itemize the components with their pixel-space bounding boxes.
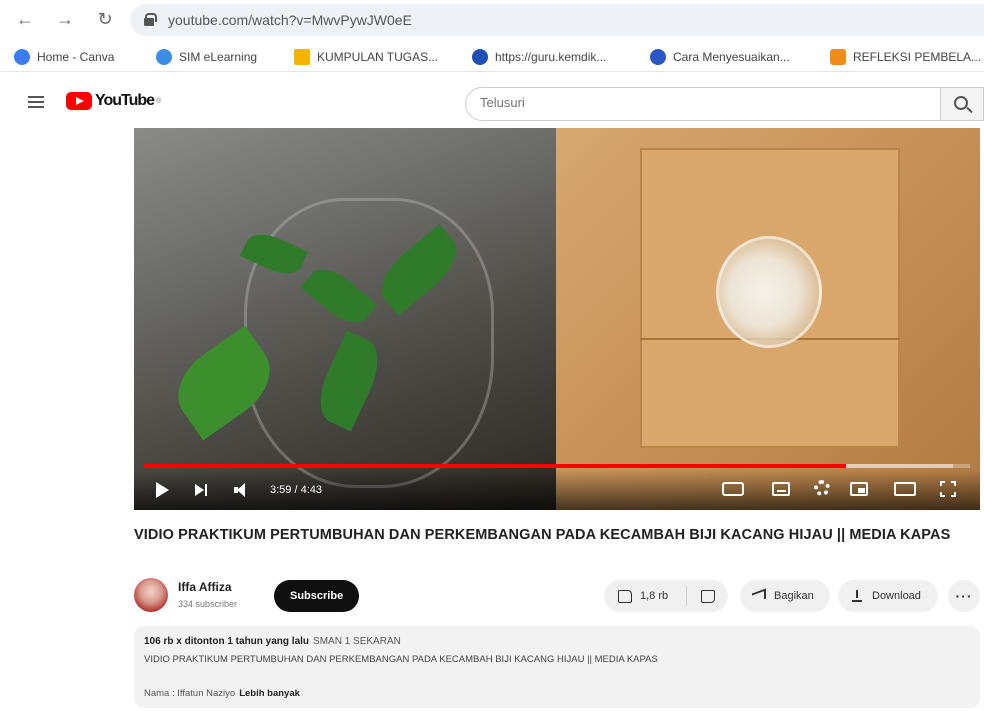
theater-mode-icon[interactable] bbox=[894, 482, 916, 496]
bookmark-item[interactable]: SIM eLearning bbox=[156, 46, 257, 68]
bookmark-label: SIM eLearning bbox=[179, 50, 258, 64]
show-more-link[interactable]: Lebih banyak bbox=[239, 688, 300, 699]
bookmark-item[interactable]: REFLEKSI PEMBELA... bbox=[830, 46, 981, 68]
url-text[interactable]: youtube.com/watch?v=MwvPywJW0eE bbox=[168, 12, 412, 28]
video-player[interactable]: 3:59 / 4:43 bbox=[134, 128, 980, 510]
description-text: VIDIO PRAKTIKUM PERTUMBUHAN DAN PERKEMBA… bbox=[144, 654, 658, 665]
elearning-icon bbox=[156, 49, 172, 65]
volume-icon[interactable] bbox=[234, 480, 250, 500]
download-icon bbox=[852, 590, 862, 602]
share-button[interactable]: Bagikan bbox=[740, 580, 830, 612]
bookmark-item[interactable]: KUMPULAN TUGAS... bbox=[294, 46, 438, 68]
description-box[interactable]: 106 rb x ditonton 1 tahun yang lalu SMAN … bbox=[134, 626, 980, 708]
bookmark-item[interactable]: https://guru.kemdik... bbox=[472, 46, 606, 68]
like-dislike-group: 1,8 rb bbox=[604, 580, 728, 612]
player-controls: 3:59 / 4:43 bbox=[134, 470, 980, 510]
subscribe-button[interactable]: Subscribe bbox=[274, 580, 360, 612]
address-bar[interactable]: youtube.com/watch?v=MwvPywJW0eE bbox=[130, 4, 984, 36]
bookmark-item[interactable]: Cara Menyesuaikan... bbox=[650, 46, 790, 68]
video-title: VIDIO PRAKTIKUM PERTUMBUHAN DAN PERKEMBA… bbox=[134, 527, 951, 543]
lock-icon bbox=[144, 13, 157, 26]
bookmark-label: Cara Menyesuaikan... bbox=[673, 50, 790, 64]
thumbs-up-icon[interactable] bbox=[618, 589, 632, 603]
video-frame-plant bbox=[134, 128, 556, 510]
play-icon[interactable] bbox=[154, 480, 170, 500]
download-button[interactable]: Download bbox=[838, 580, 938, 612]
search-box[interactable] bbox=[465, 87, 941, 121]
description-meta: 106 rb x ditonton 1 tahun yang lalu SMAN … bbox=[144, 636, 401, 647]
progress-bar[interactable] bbox=[144, 464, 970, 468]
drive-icon bbox=[294, 49, 310, 65]
school-tag[interactable]: SMAN 1 SEKARAN bbox=[313, 636, 401, 647]
share-label: Bagikan bbox=[774, 590, 814, 602]
search-icon bbox=[954, 96, 968, 110]
kemdik-icon bbox=[472, 49, 488, 65]
author-name-text: Nama : Iffatun Naziyo bbox=[144, 688, 236, 699]
progress-played bbox=[144, 464, 847, 468]
site-icon bbox=[650, 49, 666, 65]
thumbs-down-icon[interactable] bbox=[701, 589, 716, 603]
autoplay-toggle-icon[interactable] bbox=[722, 482, 744, 496]
download-label: Download bbox=[872, 590, 921, 602]
blogger-icon bbox=[830, 49, 846, 65]
browser-toolbar: ← → ↻ youtube.com/watch?v=MwvPywJW0eE bbox=[0, 0, 984, 40]
subtitles-icon[interactable] bbox=[772, 482, 790, 496]
channel-actions-row: Iffa Affiza 334 subscriber Subscribe 1,8… bbox=[134, 578, 980, 618]
bookmark-label: KUMPULAN TUGAS... bbox=[317, 50, 439, 64]
logo-region-mark: ® bbox=[156, 97, 162, 105]
bookmark-label: REFLEKSI PEMBELA... bbox=[853, 50, 982, 64]
share-arrow-icon bbox=[752, 588, 766, 604]
youtube-header: YouTube ® bbox=[0, 84, 984, 124]
logo-text: YouTube bbox=[95, 92, 155, 109]
search-input[interactable] bbox=[480, 95, 920, 110]
youtube-play-icon bbox=[66, 92, 92, 110]
bookmarks-bar: Home - Canva SIM eLearning KUMPULAN TUGA… bbox=[0, 42, 984, 72]
settings-gear-icon[interactable] bbox=[814, 480, 830, 496]
like-count[interactable]: 1,8 rb bbox=[640, 590, 668, 602]
channel-avatar[interactable] bbox=[134, 578, 168, 612]
video-frame-box bbox=[556, 128, 980, 510]
forward-arrow-icon[interactable]: → bbox=[54, 8, 76, 30]
back-arrow-icon[interactable]: ← bbox=[14, 8, 36, 30]
menu-icon[interactable] bbox=[28, 96, 44, 108]
bookmark-label: Home - Canva bbox=[37, 50, 115, 64]
miniplayer-icon[interactable] bbox=[850, 482, 868, 496]
youtube-logo[interactable]: YouTube ® bbox=[66, 92, 161, 110]
channel-name[interactable]: Iffa Affiza bbox=[178, 580, 232, 594]
reload-icon[interactable]: ↻ bbox=[94, 8, 116, 30]
fullscreen-icon[interactable] bbox=[940, 481, 956, 497]
time-display: 3:59 / 4:43 bbox=[270, 484, 322, 496]
canva-icon bbox=[14, 49, 30, 65]
search-button[interactable] bbox=[941, 87, 984, 121]
views-and-date: 106 rb x ditonton 1 tahun yang lalu bbox=[144, 636, 310, 647]
bookmark-label: https://guru.kemdik... bbox=[495, 50, 607, 64]
subscriber-count: 334 subscriber bbox=[178, 599, 238, 609]
more-actions-button[interactable]: ··· bbox=[948, 580, 980, 612]
bookmark-item[interactable]: Home - Canva bbox=[14, 46, 114, 68]
next-icon[interactable] bbox=[194, 480, 210, 500]
description-name-line: Nama : Iffatun Naziyo Lebih banyak bbox=[144, 688, 300, 699]
